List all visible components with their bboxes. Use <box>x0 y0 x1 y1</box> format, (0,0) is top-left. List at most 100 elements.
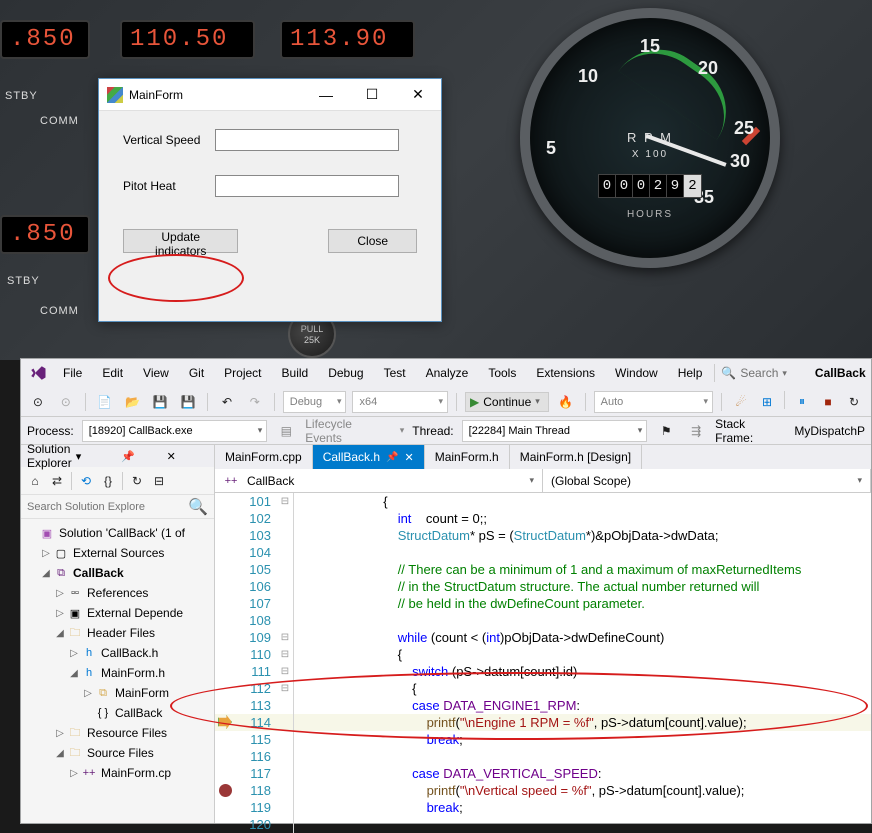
code-area[interactable]: 101⊟ {102 int count = 0;;103 StructDatum… <box>215 493 871 833</box>
code-line-113[interactable]: 113 case DATA_ENGINE1_RPM: <box>215 697 871 714</box>
code-line-106[interactable]: 106 // in the StructDatum structure. The… <box>215 578 871 595</box>
window-menu-icon[interactable]: ▾ <box>72 450 117 463</box>
close-panel-icon[interactable]: ✕ <box>163 450 208 463</box>
save-button[interactable]: 💾 <box>149 391 171 413</box>
nav-project-dropdown[interactable]: ++CallBack <box>215 469 543 492</box>
open-button[interactable]: 📂 <box>122 391 144 413</box>
solex-search-input[interactable] <box>27 501 188 513</box>
titlebar[interactable]: MainForm — ☐ ✕ <box>99 79 441 111</box>
continue-button[interactable]: ▶Continue▾ <box>465 392 549 412</box>
code-line-116[interactable]: 116 <box>215 748 871 765</box>
tab-mainform-design[interactable]: MainForm.h [Design] <box>510 445 642 469</box>
tab-mainform-h[interactable]: MainForm.h <box>425 445 510 469</box>
tree-source-files[interactable]: ◢🗀Source Files <box>21 743 214 763</box>
menu-tools[interactable]: Tools <box>480 362 524 384</box>
tree-external-deps[interactable]: ▷▣External Depende <box>21 603 214 623</box>
nav-back-button[interactable]: ⊙ <box>27 391 49 413</box>
menu-file[interactable]: File <box>55 362 90 384</box>
vertical-speed-input[interactable] <box>215 129 399 151</box>
code-line-103[interactable]: 103 StructDatum* pS = (StructDatum*)&pOb… <box>215 527 871 544</box>
menu-help[interactable]: Help <box>670 362 711 384</box>
code-line-102[interactable]: 102 int count = 0;; <box>215 510 871 527</box>
tree-header-files[interactable]: ◢🗀Header Files <box>21 623 214 643</box>
solex-titlebar[interactable]: Solution Explorer ▾ 📌 ✕ <box>21 445 214 467</box>
code-line-111[interactable]: 111⊟ switch (pS->datum[count].id) <box>215 663 871 680</box>
pin-icon[interactable]: 📌 <box>117 450 162 463</box>
close-button[interactable]: Close <box>328 229 417 253</box>
menu-extensions[interactable]: Extensions <box>528 362 603 384</box>
code-line-110[interactable]: 110⊟ { <box>215 646 871 663</box>
save-all-button[interactable]: 💾 <box>177 391 199 413</box>
nav-fwd-button[interactable]: ⊙ <box>55 391 77 413</box>
close-window-button[interactable]: ✕ <box>395 80 441 110</box>
menu-git[interactable]: Git <box>181 362 212 384</box>
tb-icon-2[interactable]: ⊞ <box>756 391 778 413</box>
minimize-button[interactable]: — <box>303 80 349 110</box>
solex-search[interactable]: 🔍 <box>21 495 214 519</box>
menu-view[interactable]: View <box>135 362 177 384</box>
tree-mainform-cpp[interactable]: ▷++MainForm.cp <box>21 763 214 783</box>
tree-resource-files[interactable]: ▷🗀Resource Files <box>21 723 214 743</box>
code-line-108[interactable]: 108 <box>215 612 871 629</box>
thread-icon[interactable]: ⇶ <box>685 420 707 442</box>
code-line-104[interactable]: 104 <box>215 544 871 561</box>
code-line-115[interactable]: 115 break; <box>215 731 871 748</box>
solex-refresh-icon[interactable]: ↻ <box>127 471 147 491</box>
menu-test[interactable]: Test <box>376 362 414 384</box>
tab-mainform-cpp[interactable]: MainForm.cpp <box>215 445 313 469</box>
pitot-heat-input[interactable] <box>215 175 399 197</box>
close-tab-icon[interactable]: ✕ <box>405 451 414 464</box>
maximize-button[interactable]: ☐ <box>349 80 395 110</box>
solex-sync-icon[interactable]: ⟲ <box>76 471 96 491</box>
menu-window[interactable]: Window <box>607 362 666 384</box>
code-line-101[interactable]: 101⊟ { <box>215 493 871 510</box>
code-line-107[interactable]: 107 // be held in the dwDefineCount para… <box>215 595 871 612</box>
menu-project[interactable]: Project <box>216 362 269 384</box>
config-dropdown[interactable]: Debug <box>283 391 347 413</box>
solex-switch-icon[interactable]: ⇄ <box>47 471 67 491</box>
update-indicators-button[interactable]: Update indicators <box>123 229 238 253</box>
tree-references[interactable]: ▷▫▫References <box>21 583 214 603</box>
new-button[interactable]: 📄 <box>94 391 116 413</box>
lifecycle-icon[interactable]: ▤ <box>275 420 297 442</box>
code-line-118[interactable]: 118 printf("\nVertical speed = %f", pS->… <box>215 782 871 799</box>
code-line-105[interactable]: 105 // There can be a minimum of 1 and a… <box>215 561 871 578</box>
tree-callback-h[interactable]: ▷hCallBack.h <box>21 643 214 663</box>
code-line-117[interactable]: 117 case DATA_VERTICAL_SPEED: <box>215 765 871 782</box>
thread-dropdown[interactable]: [22284] Main Thread <box>462 420 648 442</box>
menu-build[interactable]: Build <box>274 362 317 384</box>
breakpoint-icon[interactable] <box>219 784 232 797</box>
menu-debug[interactable]: Debug <box>320 362 371 384</box>
hot-reload-button[interactable]: 🔥 <box>555 391 577 413</box>
stop-button[interactable]: ■ <box>817 391 839 413</box>
tree-callback-ns[interactable]: { }CallBack <box>21 703 214 723</box>
code-line-119[interactable]: 119 break; <box>215 799 871 816</box>
search-box[interactable]: 🔍Search▾ <box>714 364 793 382</box>
nav-scope-dropdown[interactable]: (Global Scope) <box>543 469 871 492</box>
restart-button[interactable]: ↻ <box>843 391 865 413</box>
pause-button[interactable]: ⏸ <box>791 391 813 413</box>
code-line-109[interactable]: 109⊟ while (count < (int)pObjData->dwDef… <box>215 629 871 646</box>
redo-button[interactable]: ↷ <box>244 391 266 413</box>
solex-collapse-icon[interactable]: ⊟ <box>149 471 169 491</box>
auto-dropdown[interactable]: Auto <box>594 391 713 413</box>
tree-mainform-inner[interactable]: ▷⧉MainForm <box>21 683 214 703</box>
menu-edit[interactable]: Edit <box>94 362 131 384</box>
tb-icon-1[interactable]: ☄ <box>730 391 752 413</box>
process-dropdown[interactable]: [18920] CallBack.exe <box>82 420 268 442</box>
flag-icon[interactable]: ⚑ <box>655 420 677 442</box>
menu-analyze[interactable]: Analyze <box>418 362 477 384</box>
tree-external-sources[interactable]: ▷▢External Sources <box>21 543 214 563</box>
code-line-112[interactable]: 112⊟ { <box>215 680 871 697</box>
tree-mainform-h[interactable]: ◢hMainForm.h <box>21 663 214 683</box>
pin-icon[interactable]: 📌 <box>386 452 398 463</box>
undo-button[interactable]: ↶ <box>216 391 238 413</box>
tab-callback-h[interactable]: CallBack.h📌✕ <box>313 445 425 469</box>
code-line-114[interactable]: 114 printf("\nEngine 1 RPM = %f", pS->da… <box>215 714 871 731</box>
solex-home-icon[interactable]: ⌂ <box>25 471 45 491</box>
tree-solution[interactable]: ▣Solution 'CallBack' (1 of <box>21 523 214 543</box>
code-line-120[interactable]: 120 <box>215 816 871 833</box>
platform-dropdown[interactable]: x64 <box>352 391 448 413</box>
tree-project[interactable]: ◢⧉CallBack <box>21 563 214 583</box>
solex-brackets-icon[interactable]: {} <box>98 471 118 491</box>
